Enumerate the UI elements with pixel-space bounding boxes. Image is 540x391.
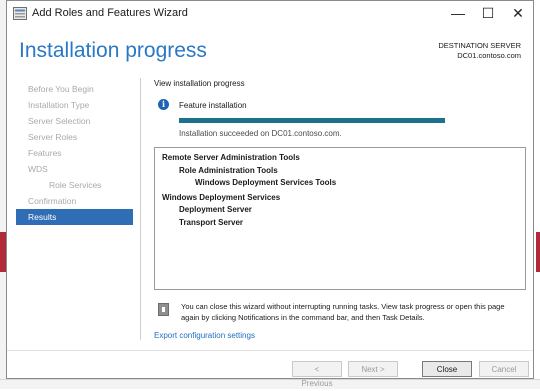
progress-fill <box>179 118 445 123</box>
results-list[interactable]: Remote Server Administration Tools Role A… <box>154 147 526 290</box>
server-manager-icon <box>13 7 27 20</box>
note-icon <box>158 303 169 316</box>
footer-divider <box>7 350 533 351</box>
sidebar-item-before-you-begin[interactable]: Before You Begin <box>16 81 133 97</box>
section-heading: View installation progress <box>154 79 245 88</box>
export-configuration-link[interactable]: Export configuration settings <box>154 331 255 340</box>
cancel-button[interactable]: Cancel <box>479 361 529 377</box>
page-title: Installation progress <box>19 39 207 62</box>
result-item: Role Administration Tools <box>179 165 278 175</box>
sidebar-item-server-selection[interactable]: Server Selection <box>16 113 133 129</box>
destination-server-value: DC01.contoso.com <box>457 51 521 60</box>
close-icon[interactable]: ✕ <box>503 3 533 23</box>
wizard-steps-nav: Before You Begin Installation Type Server … <box>16 81 133 225</box>
result-item: Windows Deployment Services Tools <box>195 178 337 187</box>
sidebar-item-features[interactable]: Features <box>16 145 133 161</box>
next-button[interactable]: Next > <box>348 361 398 377</box>
installation-progress-bar <box>179 118 445 123</box>
destination-server-label: DESTINATION SERVER <box>438 41 521 50</box>
wizard-note: You can close this wizard without interr… <box>181 302 505 322</box>
close-button[interactable]: Close <box>422 361 472 377</box>
minimize-icon[interactable]: — <box>443 3 473 23</box>
sidebar-item-role-services[interactable]: Role Services <box>16 177 133 193</box>
result-item: Windows Deployment Services <box>162 192 281 202</box>
feature-installation-label: Feature installation <box>179 101 247 110</box>
sidebar-item-confirmation[interactable]: Confirmation <box>16 193 133 209</box>
info-icon: i <box>158 99 169 110</box>
installation-status: Installation succeeded on DC01.contoso.c… <box>179 129 342 138</box>
background-accent-right <box>536 232 540 272</box>
result-item: Transport Server <box>179 217 244 227</box>
result-item: Remote Server Administration Tools <box>162 153 300 162</box>
maximize-icon[interactable]: ☐ <box>473 3 503 23</box>
window-title: Add Roles and Features Wizard <box>32 7 188 19</box>
sidebar-item-wds[interactable]: WDS <box>16 161 133 177</box>
wizard-window: Add Roles and Features Wizard — ☐ ✕ Inst… <box>6 0 534 388</box>
title-bar[interactable]: Add Roles and Features Wizard — ☐ ✕ <box>7 1 533 27</box>
sidebar-item-installation-type[interactable]: Installation Type <box>16 97 133 113</box>
result-item: Deployment Server <box>179 205 252 214</box>
sidebar-item-results[interactable]: Results <box>16 209 133 225</box>
sidebar-item-server-roles[interactable]: Server Roles <box>16 129 133 145</box>
sidebar-divider <box>140 78 141 340</box>
previous-button[interactable]: < Previous <box>292 361 342 388</box>
